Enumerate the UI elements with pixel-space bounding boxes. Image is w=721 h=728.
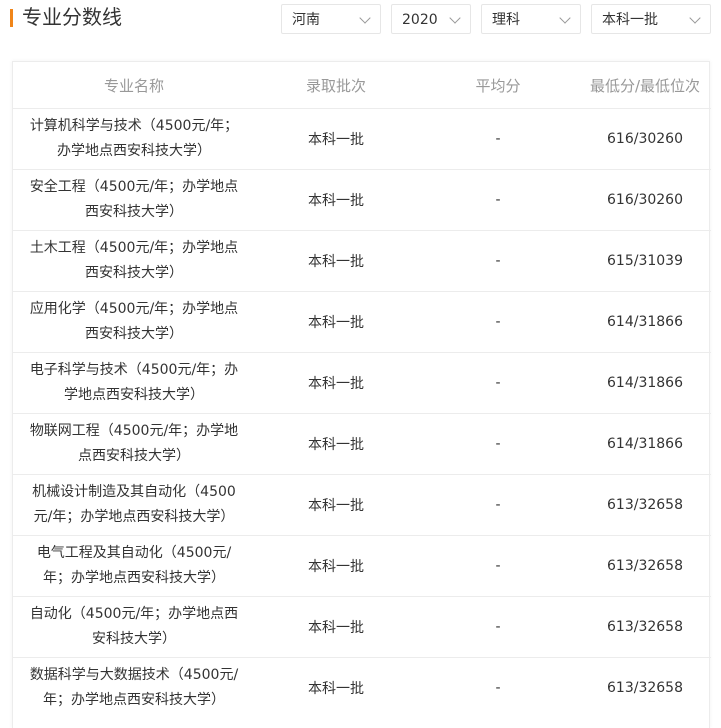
major-name-cell: 物联网工程（4500元/年；办学地点西安科技大学） xyxy=(13,413,255,475)
chevron-down-icon xyxy=(449,12,461,24)
chevron-down-icon xyxy=(359,12,371,24)
average-score-cell: - xyxy=(417,108,579,170)
batch-select-value: 本科一批 xyxy=(602,12,658,28)
min-score-rank-cell: 613/32658 xyxy=(579,596,711,658)
batch-cell: 本科一批 xyxy=(255,352,417,414)
batch-cell: 本科一批 xyxy=(255,474,417,536)
major-name-cell: 自动化（4500元/年；办学地点西安科技大学） xyxy=(13,596,255,658)
average-score-cell: - xyxy=(417,474,579,536)
province-select-value: 河南 xyxy=(292,12,320,28)
province-select[interactable]: 河南 xyxy=(281,4,381,34)
batch-cell: 本科一批 xyxy=(255,169,417,231)
min-score-rank-cell: 614/31866 xyxy=(579,291,711,353)
major-name-cell: 数据科学与大数据技术（4500元/年；办学地点西安科技大学） xyxy=(29,667,239,708)
min-score-rank-cell: 613/32658 xyxy=(579,535,711,597)
major-name-cell: 应用化学（4500元/年；办学地点西安科技大学） xyxy=(13,291,255,353)
column-header-average: 平均分 xyxy=(417,62,579,109)
average-score-cell: - xyxy=(417,596,579,658)
table-row: 安全工程（4500元/年；办学地点西安科技大学） 本科一批 -616/30260 xyxy=(13,169,711,231)
batch-cell: 本科一批 xyxy=(255,535,417,597)
average-score-cell: - xyxy=(417,230,579,292)
table-row: 电子科学与技术（4500元/年；办学地点西安科技大学） 本科一批 -614/3186… xyxy=(13,352,711,414)
batch-cell: 本科一批 xyxy=(255,230,417,292)
table-row: 电气工程及其自动化（4500元/年；办学地点西安科技大学） 本科一批 -613/32… xyxy=(13,535,711,597)
page-title: 专业分数线 xyxy=(22,5,122,29)
batch-cell: 本科一批 xyxy=(255,596,417,658)
average-score-cell: - xyxy=(417,352,579,414)
batch-cell: 本科一批 xyxy=(255,291,417,353)
major-name-cell: 机械设计制造及其自动化（4500元/年；办学地点西安科技大学） xyxy=(13,474,255,536)
table-row: 计算机科学与技术（4500元/年；办学地点西安科技大学） 本科一批 -616/302… xyxy=(13,108,711,170)
table-row: 数据科学与大数据技术（4500元/年；办学地点西安科技大学） 本科一批 - 613/3… xyxy=(13,658,711,719)
table-row: 土木工程（4500元/年；办学地点西安科技大学） 本科一批 -615/31039 xyxy=(13,230,711,292)
major-name-cell: 计算机科学与技术（4500元/年；办学地点西安科技大学） xyxy=(13,108,255,170)
average-score-cell: - xyxy=(417,535,579,597)
min-score-rank-cell: 614/31866 xyxy=(579,352,711,414)
table-row: 自动化（4500元/年；办学地点西安科技大学） 本科一批 -613/32658 xyxy=(13,596,711,658)
major-name-cell: 电子科学与技术（4500元/年；办学地点西安科技大学） xyxy=(13,352,255,414)
table-header-row: 专业名称 录取批次 平均分 最低分/最低位次 xyxy=(13,62,711,109)
batch-cell: 本科一批 xyxy=(308,681,364,697)
subject-select[interactable]: 理科 xyxy=(481,4,581,34)
year-select[interactable]: 2020 xyxy=(391,4,471,34)
title-accent-bar xyxy=(10,9,13,27)
average-score-cell: - xyxy=(417,169,579,231)
min-score-rank-cell: 613/32658 xyxy=(607,680,683,696)
table-row: 应用化学（4500元/年；办学地点西安科技大学） 本科一批 -614/31866 xyxy=(13,291,711,353)
score-table: 专业名称 录取批次 平均分 最低分/最低位次 计算机科学与技术（4500元/年；… xyxy=(13,62,711,718)
average-score-cell: - xyxy=(417,291,579,353)
column-header-batch: 录取批次 xyxy=(255,62,417,109)
major-name-cell: 电气工程及其自动化（4500元/年；办学地点西安科技大学） xyxy=(13,535,255,597)
batch-cell: 本科一批 xyxy=(255,108,417,170)
average-score-cell: - xyxy=(417,413,579,475)
page-header: 专业分数线 河南 2020 理科 本科一批 xyxy=(0,0,721,44)
min-score-rank-cell: 615/31039 xyxy=(579,230,711,292)
min-score-rank-cell: 614/31866 xyxy=(579,413,711,475)
major-name-cell: 安全工程（4500元/年；办学地点西安科技大学） xyxy=(13,169,255,231)
column-header-major: 专业名称 xyxy=(13,62,255,109)
column-header-min-score: 最低分/最低位次 xyxy=(579,62,711,109)
min-score-rank-cell: 616/30260 xyxy=(579,108,711,170)
average-score-cell: - xyxy=(495,680,501,696)
min-score-rank-cell: 616/30260 xyxy=(579,169,711,231)
table-row: 物联网工程（4500元/年；办学地点西安科技大学） 本科一批 -614/31866 xyxy=(13,413,711,475)
year-select-value: 2020 xyxy=(402,12,438,28)
min-score-rank-cell: 613/32658 xyxy=(579,474,711,536)
subject-select-value: 理科 xyxy=(492,12,520,28)
chevron-down-icon xyxy=(689,12,701,24)
score-table-container: 专业名称 录取批次 平均分 最低分/最低位次 计算机科学与技术（4500元/年；… xyxy=(12,61,711,728)
batch-cell: 本科一批 xyxy=(255,413,417,475)
table-row: 机械设计制造及其自动化（4500元/年；办学地点西安科技大学） 本科一批 -613/… xyxy=(13,474,711,536)
chevron-down-icon xyxy=(559,12,571,24)
batch-select[interactable]: 本科一批 xyxy=(591,4,711,34)
major-name-cell: 土木工程（4500元/年；办学地点西安科技大学） xyxy=(13,230,255,292)
